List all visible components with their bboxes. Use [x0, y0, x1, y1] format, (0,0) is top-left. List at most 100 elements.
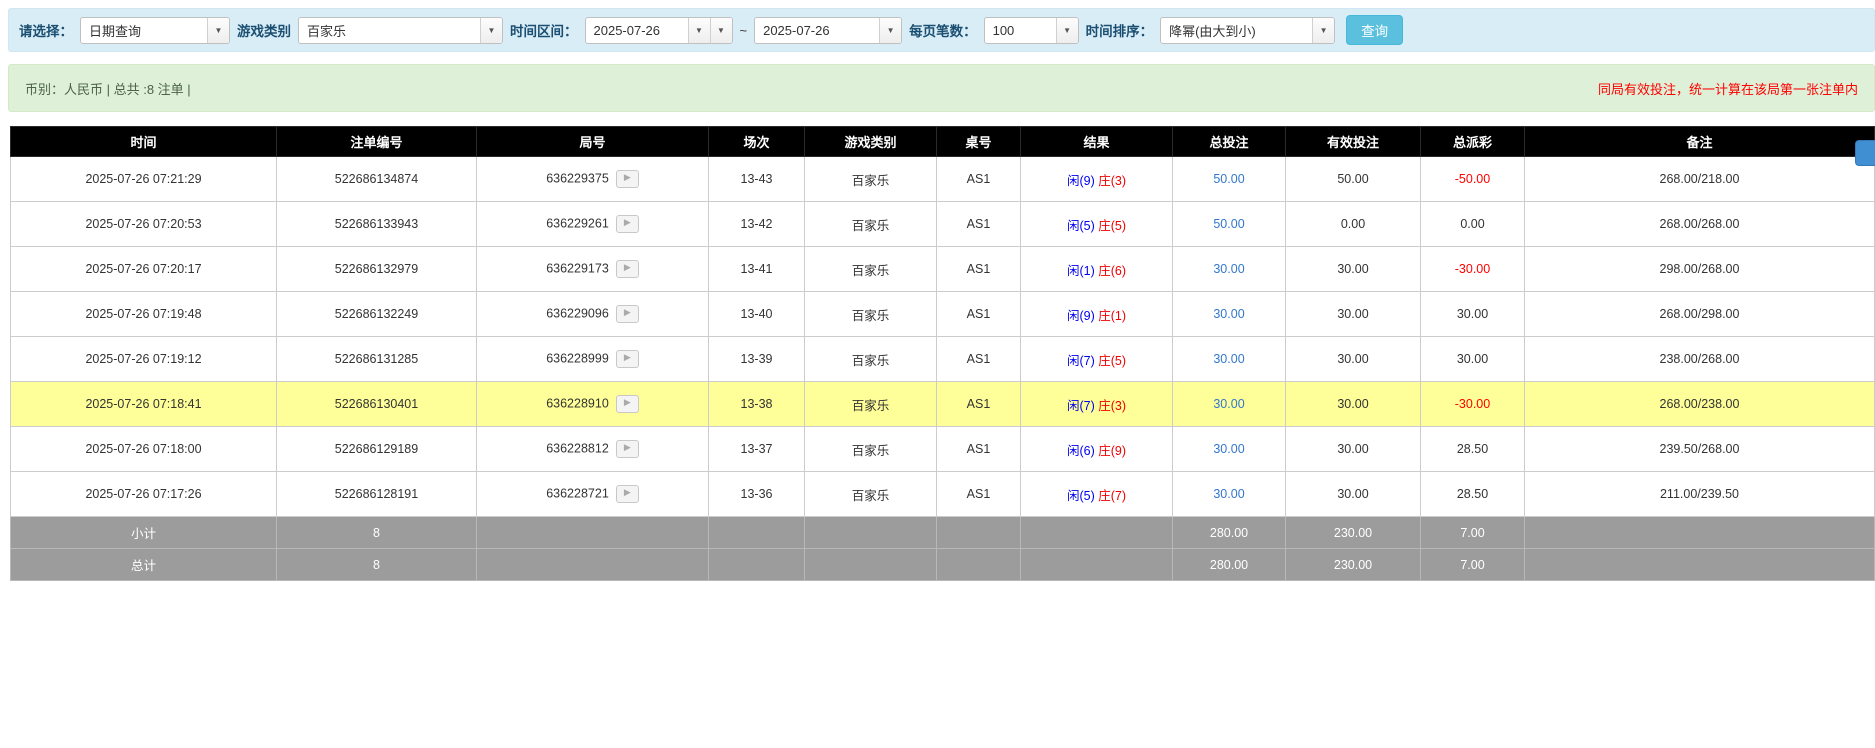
total-empty-cell	[1021, 549, 1173, 581]
sort-select[interactable]: 降幂(由大到小) ▼	[1160, 17, 1335, 44]
cell-time: 2025-07-26 07:17:26	[11, 472, 277, 517]
subtotal-empty-cell	[805, 517, 937, 549]
result-player: 闲(1)	[1067, 264, 1095, 278]
cell-total-bet: 30.00	[1173, 292, 1286, 337]
cell-bet-id: 522686130401	[277, 382, 477, 427]
partial-action-button[interactable]	[1855, 140, 1875, 166]
cell-payout: -30.00	[1421, 247, 1525, 292]
time-range-label: 时间区间：	[510, 20, 578, 40]
cell-game: 百家乐	[805, 472, 937, 517]
cell-round: 636229375	[477, 157, 709, 202]
cell-round: 636228910	[477, 382, 709, 427]
total-bet-link[interactable]: 30.00	[1213, 487, 1244, 501]
cell-valid-bet: 30.00	[1286, 427, 1421, 472]
chevron-down-icon[interactable]: ▼	[688, 18, 710, 43]
date-range-separator: ~	[740, 23, 748, 38]
subtotal-valid-bet: 230.00	[1286, 517, 1421, 549]
notice-text: 同局有效投注，统一计算在该局第一张注单内	[1598, 79, 1858, 98]
table-row: 2025-07-26 07:18:00 522686129189 6362288…	[11, 427, 1875, 472]
cell-valid-bet: 30.00	[1286, 292, 1421, 337]
query-button[interactable]: 查询	[1346, 15, 1403, 45]
cell-bet-id: 522686132249	[277, 292, 477, 337]
video-replay-icon[interactable]	[616, 170, 639, 188]
total-label: 总计	[11, 549, 277, 581]
video-replay-icon[interactable]	[616, 395, 639, 413]
table-row: 2025-07-26 07:20:53 522686133943 6362292…	[11, 202, 1875, 247]
total-total-bet: 280.00	[1173, 549, 1286, 581]
game-category-select[interactable]: 百家乐 ▼	[298, 17, 503, 44]
cell-result: 闲(7) 庄(5)	[1021, 337, 1173, 382]
video-replay-icon[interactable]	[616, 305, 639, 323]
subtotal-label: 小计	[11, 517, 277, 549]
result-banker: 庄(3)	[1098, 399, 1126, 413]
cell-round: 636228812	[477, 427, 709, 472]
cell-game: 百家乐	[805, 292, 937, 337]
round-id: 636228812	[546, 441, 609, 455]
subtotal-empty-cell	[709, 517, 805, 549]
subtotal-empty-cell	[477, 517, 709, 549]
total-bet-link[interactable]: 50.00	[1213, 217, 1244, 231]
total-bet-link[interactable]: 30.00	[1213, 262, 1244, 276]
cell-bet-id: 522686133943	[277, 202, 477, 247]
cell-time: 2025-07-26 07:18:41	[11, 382, 277, 427]
video-replay-icon[interactable]	[616, 260, 639, 278]
cell-session: 13-39	[709, 337, 805, 382]
chevron-down-icon[interactable]: ▼	[480, 18, 502, 43]
round-id: 636228721	[546, 486, 609, 500]
total-bet-link[interactable]: 30.00	[1213, 307, 1244, 321]
cell-time: 2025-07-26 07:20:17	[11, 247, 277, 292]
cell-valid-bet: 30.00	[1286, 472, 1421, 517]
chevron-down-icon[interactable]: ▼	[710, 18, 732, 43]
result-player: 闲(6)	[1067, 444, 1095, 458]
result-player: 闲(5)	[1067, 489, 1095, 503]
cell-round: 636229261	[477, 202, 709, 247]
video-replay-icon[interactable]	[616, 215, 639, 233]
cell-session: 13-38	[709, 382, 805, 427]
chevron-down-icon[interactable]: ▼	[1056, 18, 1078, 43]
cell-session: 13-40	[709, 292, 805, 337]
video-replay-icon[interactable]	[616, 485, 639, 503]
cell-time: 2025-07-26 07:19:48	[11, 292, 277, 337]
video-replay-icon[interactable]	[616, 350, 639, 368]
column-header: 局号	[477, 127, 709, 157]
cell-round: 636228999	[477, 337, 709, 382]
date-from-input[interactable]: 2025-07-26 ▼ ▼	[585, 17, 733, 44]
cell-game: 百家乐	[805, 382, 937, 427]
chevron-down-icon[interactable]: ▼	[1312, 18, 1334, 43]
cell-total-bet: 50.00	[1173, 202, 1286, 247]
cell-result: 闲(9) 庄(3)	[1021, 157, 1173, 202]
cell-game: 百家乐	[805, 337, 937, 382]
result-player: 闲(7)	[1067, 354, 1095, 368]
cell-payout: 30.00	[1421, 292, 1525, 337]
chevron-down-icon[interactable]: ▼	[207, 18, 229, 43]
total-bet-link[interactable]: 50.00	[1213, 172, 1244, 186]
total-bet-link[interactable]: 30.00	[1213, 352, 1244, 366]
column-header: 场次	[709, 127, 805, 157]
column-header: 有效投注	[1286, 127, 1421, 157]
cell-round: 636229173	[477, 247, 709, 292]
date-to-input[interactable]: 2025-07-26 ▼	[754, 17, 902, 44]
table-body: 2025-07-26 07:21:29 522686134874 6362293…	[11, 157, 1875, 517]
cell-valid-bet: 50.00	[1286, 157, 1421, 202]
chevron-down-icon[interactable]: ▼	[879, 18, 901, 43]
total-bet-link[interactable]: 30.00	[1213, 397, 1244, 411]
filter-toolbar: 请选择： 日期查询 ▼ 游戏类别 百家乐 ▼ 时间区间： 2025-07-26 …	[8, 8, 1875, 52]
table-row: 2025-07-26 07:20:17 522686132979 6362291…	[11, 247, 1875, 292]
query-type-select[interactable]: 日期查询 ▼	[80, 17, 230, 44]
cell-note: 268.00/238.00	[1525, 382, 1875, 427]
total-bet-link[interactable]: 30.00	[1213, 442, 1244, 456]
cell-note: 238.00/268.00	[1525, 337, 1875, 382]
video-replay-icon[interactable]	[616, 440, 639, 458]
cell-total-bet: 30.00	[1173, 427, 1286, 472]
total-valid-bet: 230.00	[1286, 549, 1421, 581]
page-size-select[interactable]: 100 ▼	[984, 17, 1079, 44]
total-empty-cell	[477, 549, 709, 581]
sort-value: 降幂(由大到小)	[1161, 21, 1312, 40]
cell-table: AS1	[937, 202, 1021, 247]
cell-time: 2025-07-26 07:18:00	[11, 427, 277, 472]
table-header-row: 时间注单编号局号场次游戏类别桌号结果总投注有效投注总派彩备注	[11, 127, 1875, 157]
total-empty-cell	[937, 549, 1021, 581]
result-player: 闲(5)	[1067, 219, 1095, 233]
round-id: 636228910	[546, 396, 609, 410]
cell-game: 百家乐	[805, 157, 937, 202]
